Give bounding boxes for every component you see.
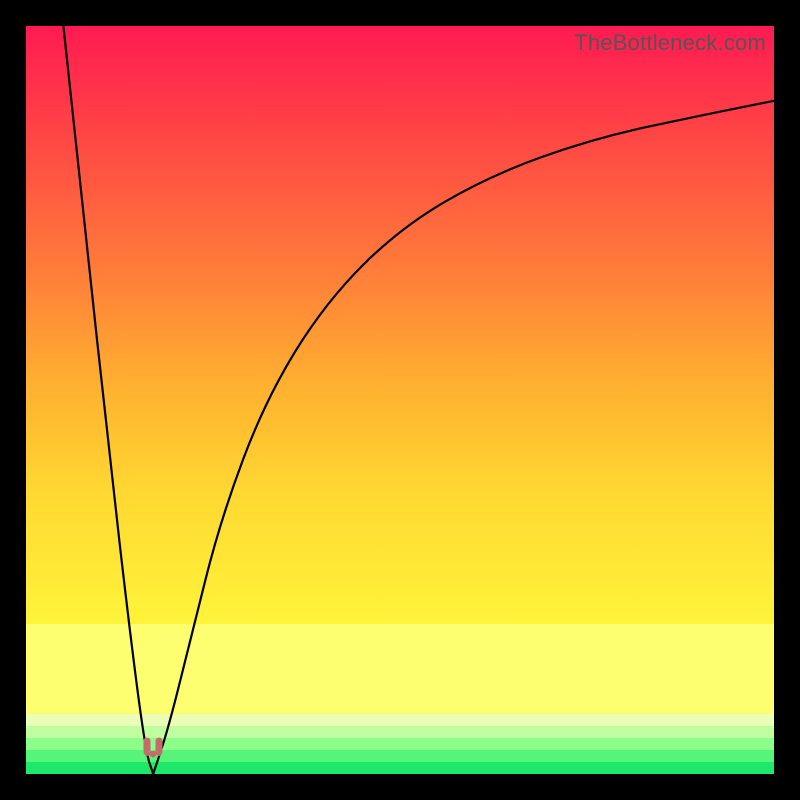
chart-frame: TheBottleneck.com (0, 0, 800, 800)
attribution-text: TheBottleneck.com (574, 30, 766, 56)
curve-right-branch (153, 101, 774, 774)
bottleneck-curve (26, 26, 774, 774)
curve-left-branch (63, 26, 153, 774)
plot-area: TheBottleneck.com (26, 26, 774, 774)
minimum-marker-icon (138, 737, 168, 763)
